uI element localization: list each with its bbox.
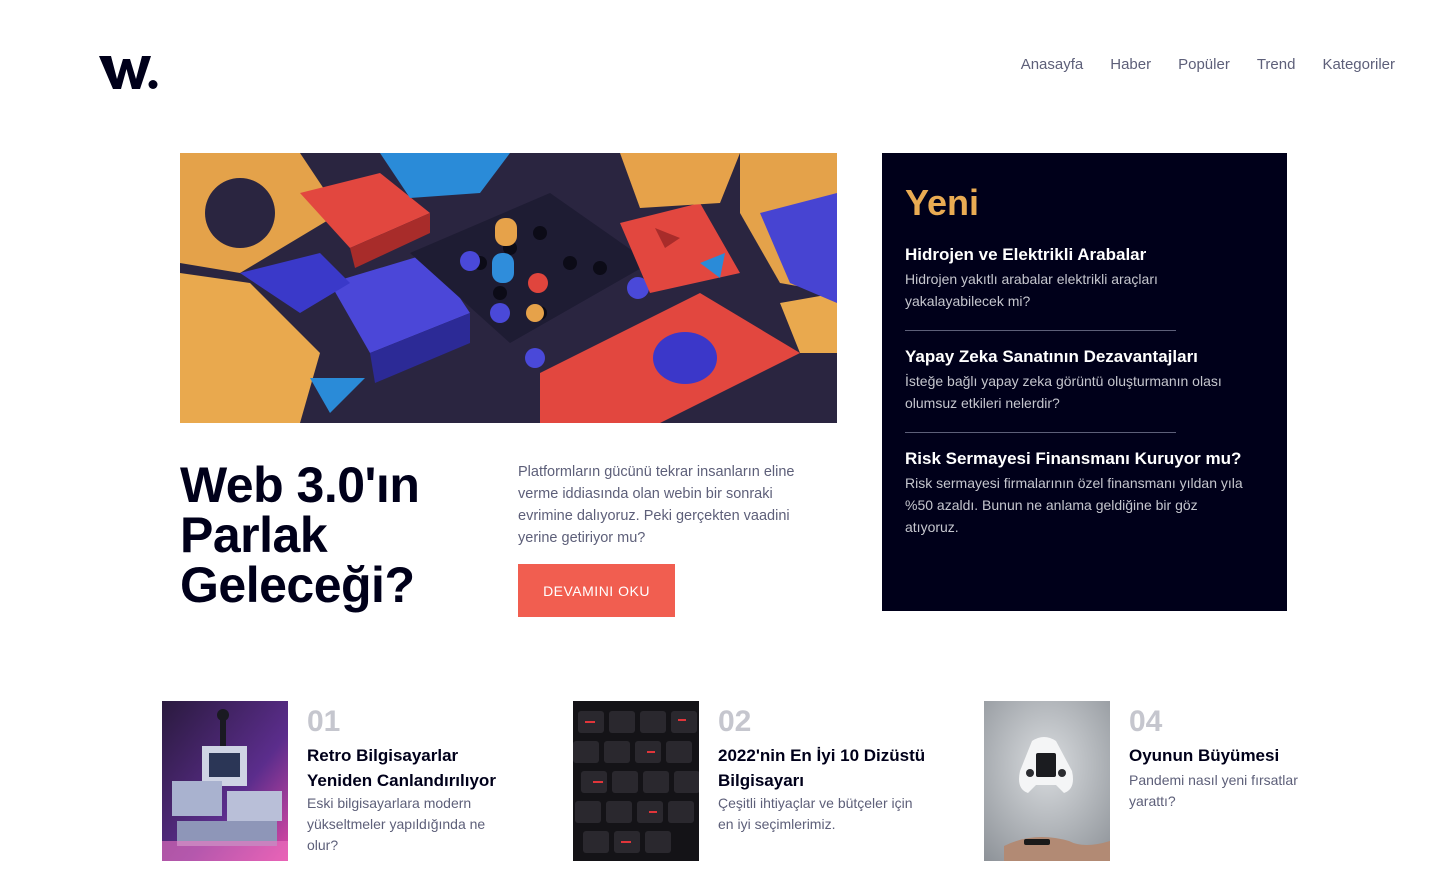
abstract-blocks-image: [180, 153, 837, 423]
new-item-title[interactable]: Yapay Zeka Sanatının Dezavantajları: [905, 343, 1255, 370]
card-description: Eski bilgisayarlara modern yükseltmeler …: [307, 795, 486, 853]
new-item[interactable]: Yapay Zeka Sanatının Dezavantajları İste…: [905, 343, 1255, 414]
main-nav: Anasayfa Haber Popüler Trend Kategoriler: [1021, 56, 1395, 74]
article-card[interactable]: 01 Retro Bilgisayarlar Yeniden Canlandır…: [162, 701, 522, 861]
article-card[interactable]: 02 2022'nin En İyi 10 Dizüstü Bilgisayar…: [573, 701, 933, 861]
logo-icon: [99, 56, 158, 89]
new-item[interactable]: Risk Sermayesi Finansmanı Kuruyor mu? Ri…: [905, 445, 1255, 538]
divider: [905, 432, 1176, 433]
new-articles-panel: Yeni Hidrojen ve Elektrikli Arabalar Hid…: [882, 153, 1287, 611]
site-logo[interactable]: [99, 53, 159, 91]
card-number: 02: [718, 705, 752, 738]
nav-item-populer[interactable]: Popüler: [1178, 56, 1230, 74]
retro-computer-image: [162, 701, 288, 861]
hero-description: Platformların gücünü tekrar insanların e…: [518, 464, 795, 546]
new-item-title[interactable]: Hidrojen ve Elektrikli Arabalar: [905, 241, 1255, 268]
read-more-button[interactable]: DEVAMINI OKU: [518, 564, 675, 617]
card-number: 04: [1129, 705, 1163, 738]
card-thumbnail: [573, 701, 699, 861]
card-thumbnail: [984, 701, 1110, 861]
new-panel-title: Yeni: [905, 182, 980, 223]
game-controller-image: [984, 701, 1110, 861]
card-description: Çeşitli ihtiyaçlar ve bütçeler için en i…: [718, 795, 913, 832]
article-card[interactable]: 04 Oyunun Büyümesi Pandemi nasıl yeni fı…: [984, 701, 1344, 861]
new-item-description: Hidrojen yakıtlı arabalar elektrikli ara…: [905, 271, 1158, 309]
card-thumbnail: [162, 701, 288, 861]
card-title[interactable]: Retro Bilgisayarlar Yeniden Canlandırılı…: [307, 743, 517, 793]
new-item-description: İsteğe bağlı yapay zeka görüntü oluşturm…: [905, 373, 1222, 411]
new-item[interactable]: Hidrojen ve Elektrikli Arabalar Hidrojen…: [905, 241, 1255, 312]
card-title[interactable]: Oyunun Büyümesi: [1129, 743, 1339, 768]
nav-item-anasayfa[interactable]: Anasayfa: [1021, 56, 1084, 74]
divider: [905, 330, 1176, 331]
nav-item-haber[interactable]: Haber: [1110, 56, 1151, 74]
laptop-keyboard-image: [573, 701, 699, 861]
nav-item-trend[interactable]: Trend: [1257, 56, 1296, 74]
hero-title: Web 3.0'ın Parlak Geleceği?: [180, 457, 420, 613]
card-number: 01: [307, 705, 341, 738]
new-item-title[interactable]: Risk Sermayesi Finansmanı Kuruyor mu?: [905, 445, 1255, 472]
nav-item-kategoriler[interactable]: Kategoriler: [1322, 56, 1395, 74]
new-item-description: Risk sermayesi firmalarının özel finansm…: [905, 475, 1243, 535]
card-description: Pandemi nasıl yeni fırsatlar yarattı?: [1129, 772, 1298, 809]
hero-image: [180, 153, 837, 423]
card-title[interactable]: 2022'nin En İyi 10 Dizüstü Bilgisayarı: [718, 743, 928, 793]
